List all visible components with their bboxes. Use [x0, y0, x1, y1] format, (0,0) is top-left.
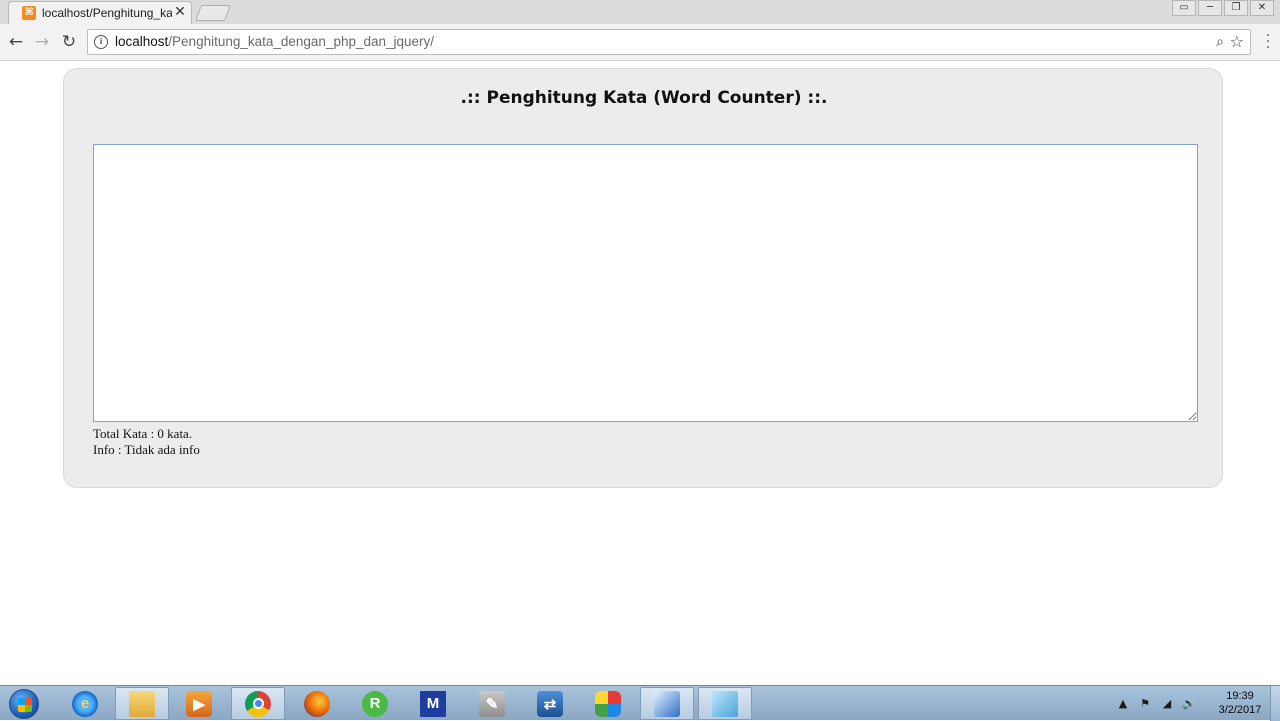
taskbar-ie[interactable]: e: [58, 687, 112, 720]
word-counter-panel: .:: Penghitung Kata (Word Counter) ::. T…: [63, 68, 1223, 488]
new-tab-button[interactable]: [195, 5, 231, 21]
taskbar-tool[interactable]: ✎: [465, 687, 519, 720]
taskbar-explorer[interactable]: [115, 687, 169, 720]
m-app-icon: M: [420, 690, 446, 717]
taskbar: e ▶ R M ✎ ⇄ ▲ ⚑ ◢ 🔊 19:39 3/2/2017: [0, 685, 1280, 721]
minimize-button[interactable]: ─: [1198, 0, 1222, 16]
profile-button[interactable]: ▭: [1172, 0, 1196, 16]
total-words-label: Total Kata : 0 kata.: [93, 426, 193, 441]
media-player-icon: ▶: [186, 690, 212, 717]
menu-icon[interactable]: · · ·: [1262, 29, 1274, 55]
info-icon[interactable]: i: [94, 35, 108, 49]
taskbar-firefox[interactable]: [290, 687, 344, 720]
taskbar-network[interactable]: ⇄: [523, 687, 577, 720]
restore-button[interactable]: ❐: [1224, 0, 1248, 16]
xampp-favicon-icon: ⌘: [22, 6, 36, 20]
text-input[interactable]: [93, 144, 1198, 422]
show-desktop-button[interactable]: [1270, 686, 1280, 721]
windows-logo-icon: [9, 689, 39, 719]
tool-app-icon: ✎: [479, 690, 505, 717]
browser-toolbar: ← → ↻ i localhost/Penghitung_kata_dengan…: [0, 24, 1280, 61]
url-text[interactable]: localhost/Penghitung_kata_dengan_php_dan…: [115, 34, 434, 49]
page-viewport: .:: Penghitung Kata (Word Counter) ::. T…: [0, 61, 1280, 685]
taskbar-chrome[interactable]: [231, 687, 285, 720]
clock-time: 19:39: [1226, 690, 1254, 702]
taskbar-m[interactable]: M: [406, 687, 460, 720]
firefox-icon: [304, 690, 330, 717]
taskbar-notes[interactable]: [698, 687, 752, 720]
clock[interactable]: 19:39 3/2/2017: [1212, 689, 1268, 717]
forward-button[interactable]: →: [32, 32, 52, 52]
back-button[interactable]: ←: [6, 32, 26, 52]
action-center-icon[interactable]: ⚑: [1138, 697, 1152, 711]
system-tray: ▲ ⚑ ◢ 🔊: [1116, 687, 1196, 720]
url-path: /Penghitung_kata_dengan_php_dan_jquery/: [168, 34, 435, 49]
network-icon[interactable]: ◢: [1160, 697, 1174, 711]
cube-app-icon: [654, 690, 680, 717]
tab-close-icon[interactable]: ✕: [173, 4, 187, 20]
start-button[interactable]: [4, 687, 44, 720]
url-host: localhost: [115, 34, 169, 49]
page-title: .:: Penghitung Kata (Word Counter) ::.: [460, 88, 828, 108]
close-window-button[interactable]: ✕: [1250, 0, 1274, 16]
r-app-icon: R: [362, 690, 388, 717]
chrome-icon: [245, 690, 271, 717]
tray-expand-icon[interactable]: ▲: [1116, 697, 1130, 711]
internet-explorer-icon: e: [72, 690, 98, 717]
reload-button[interactable]: ↻: [59, 32, 79, 52]
address-bar[interactable]: i localhost/Penghitung_kata_dengan_php_d…: [87, 29, 1251, 55]
taskbar-media[interactable]: ▶: [172, 687, 226, 720]
notes-app-icon: [712, 690, 738, 717]
zoom-icon[interactable]: ⌕: [1216, 34, 1224, 50]
network-app-icon: ⇄: [537, 690, 563, 717]
tab-title: localhost/Penghitung_ka: [42, 6, 172, 20]
window-controls: ▭ ─ ❐ ✕: [1172, 0, 1274, 16]
taskbar-cube[interactable]: [640, 687, 694, 720]
tab-strip: ⌘ localhost/Penghitung_ka ✕ ▭ ─ ❐ ✕: [0, 0, 1280, 24]
volume-icon[interactable]: 🔊: [1182, 697, 1196, 711]
taskbar-r[interactable]: R: [348, 687, 402, 720]
browser-tab[interactable]: ⌘ localhost/Penghitung_ka ✕: [8, 1, 192, 24]
bookmark-star-icon[interactable]: ☆: [1230, 32, 1244, 51]
taskbar-apps[interactable]: [581, 687, 635, 720]
windows-explorer-icon: [129, 690, 155, 717]
info-label: Info : Tidak ada info: [93, 442, 200, 457]
apps-icon: [595, 690, 621, 717]
clock-date: 3/2/2017: [1218, 704, 1262, 716]
